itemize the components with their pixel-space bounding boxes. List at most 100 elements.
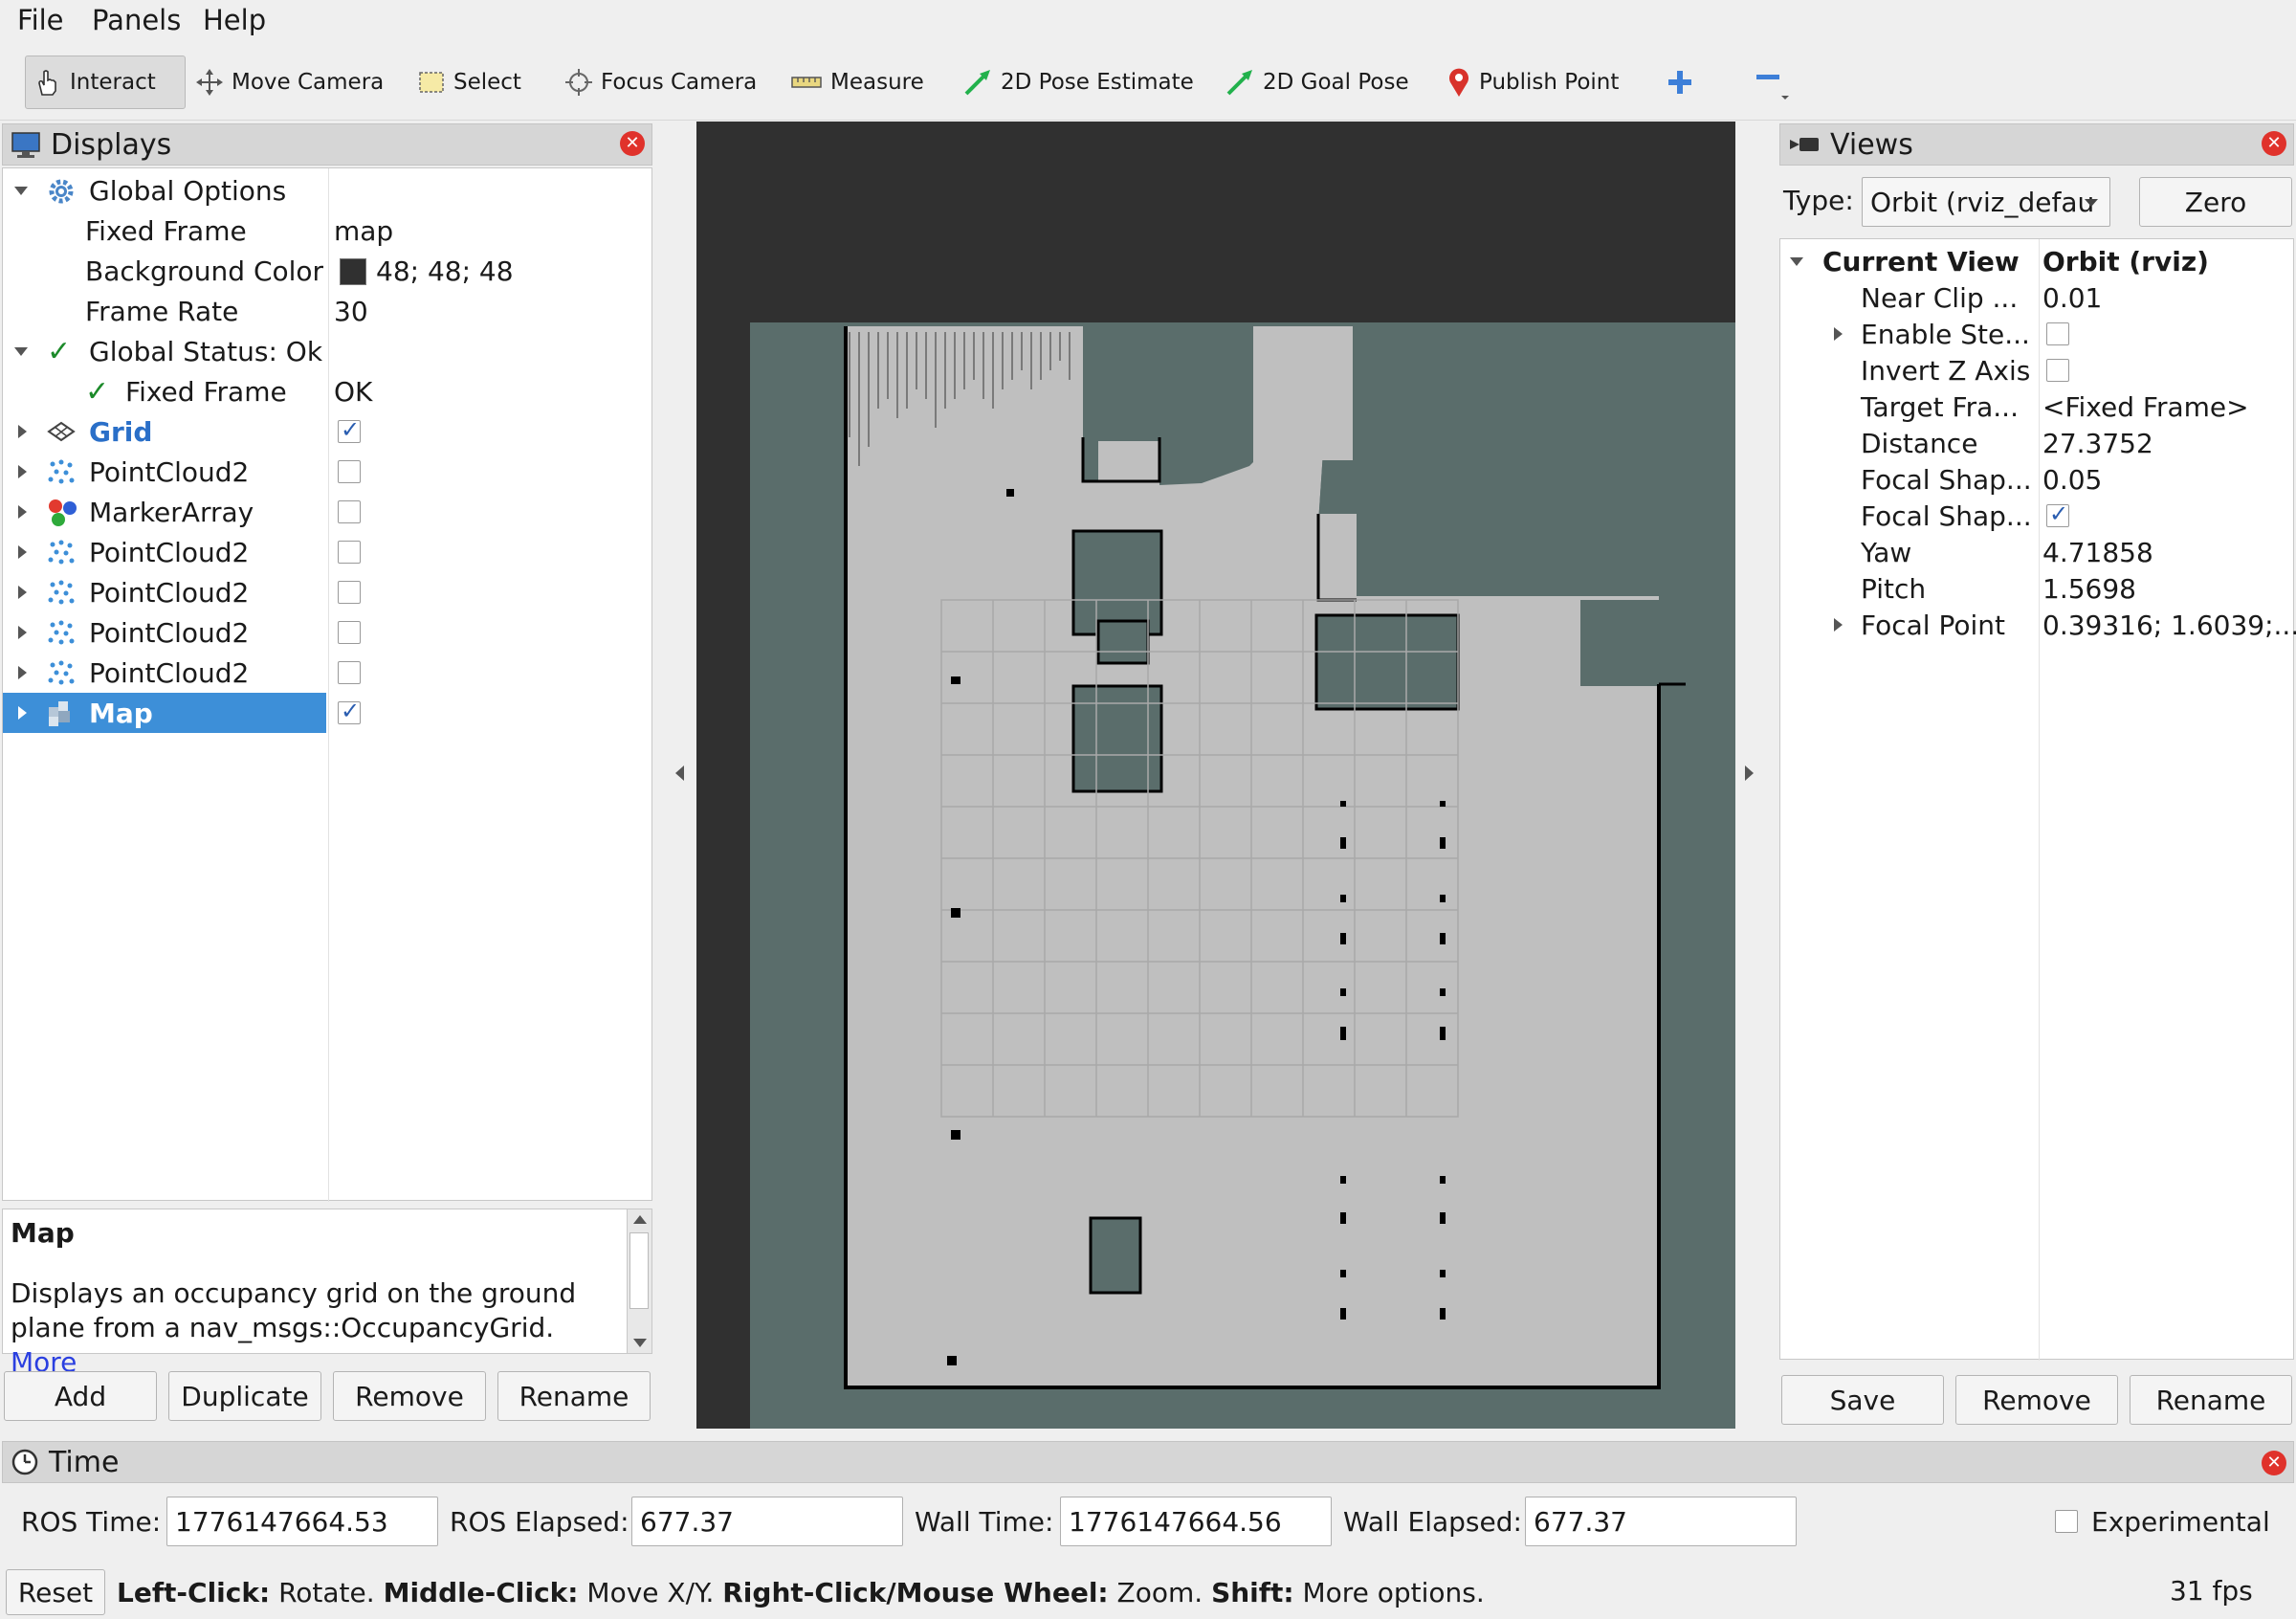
move-camera-button[interactable]: Move Camera — [188, 55, 391, 109]
invert-z-checkbox[interactable] — [2046, 359, 2069, 382]
global-status-row[interactable]: ✓ Global Status: Ok — [3, 331, 653, 371]
experimental-checkbox[interactable] — [2055, 1510, 2078, 1533]
pointcloud2-enable-checkbox[interactable] — [338, 460, 361, 483]
grid-enable-checkbox[interactable] — [338, 416, 361, 443]
focal-shape-size-row[interactable]: Focal Shap... 0.05 — [1780, 459, 2295, 499]
expand-arrow-icon[interactable] — [1834, 618, 1843, 632]
expand-arrow-icon[interactable] — [18, 666, 27, 679]
remove-display-button[interactable]: Remove — [333, 1371, 486, 1421]
add-display-button[interactable]: Add — [4, 1371, 157, 1421]
expand-arrow-icon[interactable] — [18, 545, 27, 559]
background-color-value[interactable]: 48; 48; 48 — [376, 255, 514, 287]
display-item-pointcloud2[interactable]: PointCloud2 — [3, 653, 653, 693]
map-enable-checkbox[interactable] — [338, 698, 361, 724]
target-frame-row[interactable]: Target Fra... <Fixed Frame> — [1780, 387, 2295, 427]
yaw-row[interactable]: Yaw 4.71858 — [1780, 532, 2295, 572]
display-item-pointcloud2[interactable]: PointCloud2 — [3, 452, 653, 492]
rename-display-button[interactable]: Rename — [497, 1371, 651, 1421]
prop-label: Focal Shap... — [1861, 463, 2032, 496]
select-tool-button[interactable]: Select — [409, 55, 529, 109]
current-view-row[interactable]: Current View Orbit (rviz) — [1780, 241, 2295, 281]
markerarray-enable-checkbox[interactable] — [338, 500, 361, 523]
prop-value[interactable]: 0.39316; 1.6039;... — [2042, 610, 2296, 641]
prop-value[interactable]: 27.3752 — [2042, 428, 2153, 459]
prop-value[interactable]: 4.71858 — [2042, 537, 2153, 568]
display-item-pointcloud2[interactable]: PointCloud2 — [3, 532, 653, 572]
expand-arrow-icon[interactable] — [18, 626, 27, 639]
focus-camera-button[interactable]: Focus Camera — [557, 55, 764, 109]
menu-panels[interactable]: Panels — [92, 4, 181, 36]
near-clip-row[interactable]: Near Clip ... 0.01 — [1780, 277, 2295, 318]
enable-stereo-checkbox[interactable] — [2046, 322, 2069, 345]
ros-time-field[interactable]: 1776147664.53 — [166, 1497, 438, 1546]
frame-rate-row[interactable]: Frame Rate 30 — [3, 291, 653, 331]
frame-rate-value[interactable]: 30 — [334, 296, 368, 327]
duplicate-display-button[interactable]: Duplicate — [168, 1371, 321, 1421]
invert-z-row[interactable]: Invert Z Axis — [1780, 350, 2295, 390]
prop-value[interactable]: <Fixed Frame> — [2042, 391, 2249, 423]
expand-arrow-icon[interactable] — [1834, 327, 1843, 341]
add-tool-button[interactable] — [1659, 55, 1701, 109]
expand-arrow-icon[interactable] — [1790, 257, 1803, 266]
save-view-button[interactable]: Save — [1781, 1375, 1944, 1425]
expand-arrow-icon[interactable] — [18, 425, 27, 438]
wall-elapsed-field[interactable]: 677.37 — [1525, 1497, 1797, 1546]
pitch-row[interactable]: Pitch 1.5698 — [1780, 568, 2295, 609]
fixed-frame-value[interactable]: map — [334, 215, 393, 247]
remove-tool-button[interactable] — [1745, 55, 1799, 109]
focal-point-row[interactable]: Focal Point 0.39316; 1.6039;... — [1780, 605, 2296, 645]
fixed-frame-row[interactable]: Fixed Frame map — [3, 211, 653, 251]
focal-shape-fixed-row[interactable]: Focal Shap... — [1780, 496, 2295, 536]
pose-estimate-button[interactable]: 2D Pose Estimate — [955, 55, 1202, 109]
wall-time-field[interactable]: 1776147664.56 — [1060, 1497, 1332, 1546]
display-item-label: PointCloud2 — [89, 616, 250, 649]
expand-arrow-icon[interactable] — [18, 706, 27, 720]
focal-shape-fixed-checkbox[interactable] — [2046, 500, 2069, 527]
expand-arrow-icon[interactable] — [18, 465, 27, 478]
prop-value[interactable]: 1.5698 — [2042, 573, 2136, 605]
display-item-grid[interactable]: Grid — [3, 411, 653, 452]
menu-file[interactable]: File — [17, 4, 64, 36]
expand-arrow-icon[interactable] — [18, 586, 27, 599]
background-color-row[interactable]: Background Color 48; 48; 48 — [3, 251, 653, 291]
pointcloud2-enable-checkbox[interactable] — [338, 541, 361, 564]
pointcloud2-enable-checkbox[interactable] — [338, 581, 361, 604]
prop-value[interactable]: 0.05 — [2042, 464, 2102, 496]
goal-pose-button[interactable]: 2D Goal Pose — [1217, 55, 1417, 109]
pointcloud2-enable-checkbox[interactable] — [338, 621, 361, 644]
wall-time-label: Wall Time: — [915, 1506, 1054, 1538]
rename-view-button[interactable]: Rename — [2130, 1375, 2292, 1425]
distance-row[interactable]: Distance 27.3752 — [1780, 423, 2295, 463]
ros-elapsed-field[interactable]: 677.37 — [631, 1497, 903, 1546]
zero-view-button[interactable]: Zero — [2139, 177, 2292, 227]
view-type-select[interactable]: Orbit (rviz_defau — [1862, 177, 2110, 227]
status-fixed-frame-row[interactable]: ✓ Fixed Frame OK — [3, 371, 653, 411]
collapse-left-icon[interactable] — [675, 765, 684, 781]
displays-close-button[interactable]: ✕ — [620, 131, 645, 156]
global-options-row[interactable]: Global Options — [3, 170, 653, 211]
expand-arrow-icon[interactable] — [14, 347, 28, 356]
pointcloud2-enable-checkbox[interactable] — [338, 661, 361, 684]
publish-point-button[interactable]: Publish Point — [1439, 55, 1626, 109]
menu-help[interactable]: Help — [203, 4, 266, 36]
interact-tool-button[interactable]: Interact — [25, 55, 186, 109]
display-item-pointcloud2[interactable]: PointCloud2 — [3, 612, 653, 653]
measure-tool-button[interactable]: Measure — [783, 55, 932, 109]
reset-button[interactable]: Reset — [6, 1569, 105, 1615]
views-close-button[interactable]: ✕ — [2262, 131, 2286, 156]
collapse-right-icon[interactable] — [1745, 765, 1754, 781]
remove-view-button[interactable]: Remove — [1955, 1375, 2118, 1425]
display-item-map[interactable]: Map — [3, 693, 653, 733]
enable-stereo-row[interactable]: Enable Ste... — [1780, 314, 2295, 354]
green-arrow-icon — [964, 70, 990, 96]
render-viewport[interactable] — [696, 122, 1735, 1429]
expand-arrow-icon[interactable] — [18, 505, 27, 519]
color-swatch[interactable] — [340, 258, 366, 285]
description-scrollbar[interactable] — [627, 1209, 651, 1353]
expand-arrow-icon[interactable] — [14, 187, 28, 195]
display-item-markerarray[interactable]: MarkerArray — [3, 492, 653, 532]
display-item-pointcloud2[interactable]: PointCloud2 — [3, 572, 653, 612]
time-close-button[interactable]: ✕ — [2262, 1451, 2286, 1475]
prop-value[interactable]: 0.01 — [2042, 282, 2102, 314]
ros-elapsed-value: 677.37 — [640, 1505, 734, 1538]
